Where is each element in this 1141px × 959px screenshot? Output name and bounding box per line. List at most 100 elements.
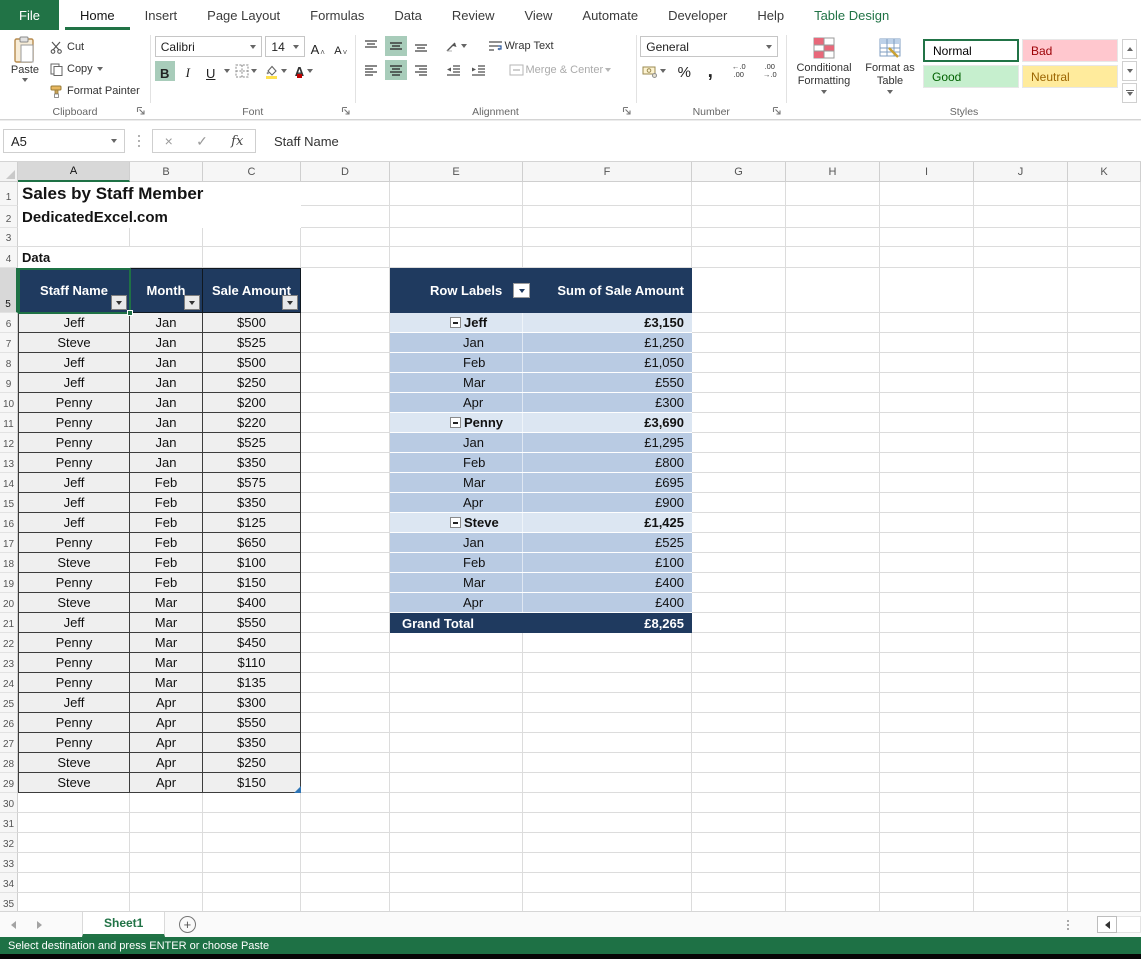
italic-button[interactable]: I bbox=[178, 61, 198, 81]
table-cell[interactable]: Jeff bbox=[18, 613, 130, 633]
row-header-26[interactable]: 26 bbox=[0, 713, 18, 733]
table-cell[interactable]: Penny bbox=[18, 673, 130, 693]
column-header-e[interactable]: E bbox=[390, 162, 523, 182]
row-header-24[interactable]: 24 bbox=[0, 673, 18, 693]
table-cell[interactable]: $110 bbox=[203, 653, 301, 673]
table-cell[interactable]: Steve bbox=[18, 593, 130, 613]
pivot-row[interactable]: Apr £300 bbox=[390, 393, 692, 413]
row-header-29[interactable]: 29 bbox=[0, 773, 18, 793]
collapse-icon[interactable] bbox=[450, 317, 461, 328]
increase-decimal-button[interactable]: ←.0 .00 bbox=[726, 61, 751, 81]
pivot-row[interactable]: Mar £550 bbox=[390, 373, 692, 393]
collapse-icon[interactable] bbox=[450, 517, 461, 528]
percent-style-button[interactable]: % bbox=[674, 61, 694, 81]
name-box[interactable]: A5 bbox=[3, 129, 125, 153]
alignment-dialog-launcher[interactable] bbox=[621, 105, 633, 117]
table-cell[interactable]: $575 bbox=[203, 473, 301, 493]
ribbon-tab-help[interactable]: Help bbox=[742, 0, 799, 30]
row-header-2[interactable]: 2 bbox=[0, 206, 18, 228]
row-header-8[interactable]: 8 bbox=[0, 353, 18, 373]
ribbon-tab-file[interactable]: File bbox=[0, 0, 59, 30]
borders-button[interactable] bbox=[233, 61, 259, 81]
table-cell[interactable]: Apr bbox=[130, 753, 203, 773]
pivot-row[interactable]: Apr £900 bbox=[390, 493, 692, 513]
style-neutral[interactable]: Neutral bbox=[1022, 65, 1118, 88]
table-cell[interactable]: Feb bbox=[130, 513, 203, 533]
table-cell[interactable]: $150 bbox=[203, 773, 301, 793]
increase-font-size-button[interactable]: A ˄ bbox=[308, 37, 328, 57]
pivot-row[interactable]: Mar £400 bbox=[390, 573, 692, 593]
fill-color-button[interactable] bbox=[262, 61, 289, 81]
row-header-34[interactable]: 34 bbox=[0, 873, 18, 893]
conditional-formatting-button[interactable]: Conditional Formatting bbox=[791, 34, 857, 103]
table-cell[interactable]: Penny bbox=[18, 713, 130, 733]
table-cell[interactable]: $500 bbox=[203, 353, 301, 373]
cancel-icon[interactable]: × bbox=[165, 133, 173, 149]
underline-dropdown-icon[interactable] bbox=[223, 69, 230, 73]
column-header-j[interactable]: J bbox=[974, 162, 1068, 182]
table-cell[interactable]: $650 bbox=[203, 533, 301, 553]
table-cell[interactable]: Penny bbox=[18, 573, 130, 593]
sheet-nav-left-button[interactable] bbox=[0, 912, 26, 937]
column-header-b[interactable]: B bbox=[130, 162, 203, 182]
styles-scroll-down-button[interactable] bbox=[1122, 61, 1137, 81]
ribbon-tab-page-layout[interactable]: Page Layout bbox=[192, 0, 295, 30]
table-cell[interactable]: $125 bbox=[203, 513, 301, 533]
table-cell[interactable]: $525 bbox=[203, 333, 301, 353]
pivot-row[interactable]: Feb £100 bbox=[390, 553, 692, 573]
table-cell[interactable]: Apr bbox=[130, 773, 203, 793]
paste-dropdown-icon[interactable] bbox=[22, 78, 28, 82]
cut-button[interactable]: Cut bbox=[50, 38, 140, 56]
wrap-text-button[interactable]: Wrap Text bbox=[486, 36, 556, 56]
align-left-button[interactable] bbox=[360, 60, 382, 80]
column-header-c[interactable]: C bbox=[203, 162, 301, 182]
table-cell[interactable]: Jan bbox=[130, 333, 203, 353]
ribbon-tab-home[interactable]: Home bbox=[65, 0, 130, 30]
table-cell[interactable]: Jeff bbox=[18, 513, 130, 533]
underline-button[interactable]: U bbox=[201, 61, 221, 81]
cell-a1[interactable]: Sales by Staff Member bbox=[18, 182, 301, 206]
table-cell[interactable]: $250 bbox=[203, 753, 301, 773]
sheet-tab-sheet1[interactable]: Sheet1 bbox=[82, 912, 166, 937]
row-header-9[interactable]: 9 bbox=[0, 373, 18, 393]
table-cell[interactable]: $100 bbox=[203, 553, 301, 573]
align-right-button[interactable] bbox=[410, 60, 432, 80]
data-table-header-sale-amount[interactable]: Sale Amount bbox=[203, 268, 301, 313]
table-cell[interactable]: $300 bbox=[203, 693, 301, 713]
pivot-row[interactable]: Feb £1,050 bbox=[390, 353, 692, 373]
style-bad[interactable]: Bad bbox=[1022, 39, 1118, 62]
pivot-row[interactable]: Grand Total £8,265 bbox=[390, 613, 692, 633]
table-cell[interactable]: Mar bbox=[130, 613, 203, 633]
column-header-d[interactable]: D bbox=[301, 162, 390, 182]
style-good[interactable]: Good bbox=[923, 65, 1019, 88]
column-header-h[interactable]: H bbox=[786, 162, 880, 182]
table-cell[interactable]: Jeff bbox=[18, 493, 130, 513]
row-header-21[interactable]: 21 bbox=[0, 613, 18, 633]
table-cell[interactable]: $350 bbox=[203, 453, 301, 473]
table-cell[interactable]: Jan bbox=[130, 313, 203, 333]
font-dialog-launcher[interactable] bbox=[340, 105, 352, 117]
pivot-row[interactable]: Feb £800 bbox=[390, 453, 692, 473]
copy-button[interactable]: Copy bbox=[50, 60, 140, 78]
table-cell[interactable]: $350 bbox=[203, 733, 301, 753]
table-cell[interactable]: Steve bbox=[18, 773, 130, 793]
number-format-combo[interactable]: General bbox=[640, 36, 779, 57]
bold-button[interactable]: B bbox=[154, 61, 175, 81]
row-header-15[interactable]: 15 bbox=[0, 493, 18, 513]
table-cell[interactable]: $500 bbox=[203, 313, 301, 333]
align-center-button[interactable] bbox=[384, 60, 407, 80]
table-cell[interactable]: Penny bbox=[18, 433, 130, 453]
cell-a4[interactable]: Data bbox=[18, 247, 130, 268]
increase-indent-button[interactable] bbox=[468, 60, 490, 80]
row-header-28[interactable]: 28 bbox=[0, 753, 18, 773]
filter-dropdown-icon[interactable] bbox=[111, 295, 127, 310]
column-header-g[interactable]: G bbox=[692, 162, 786, 182]
row-header-31[interactable]: 31 bbox=[0, 813, 18, 833]
ribbon-tab-review[interactable]: Review bbox=[437, 0, 510, 30]
column-header-k[interactable]: K bbox=[1068, 162, 1141, 182]
table-cell[interactable]: Jeff bbox=[18, 373, 130, 393]
pivot-row[interactable]: Jan £1,295 bbox=[390, 433, 692, 453]
table-cell[interactable]: Penny bbox=[18, 453, 130, 473]
table-cell[interactable]: Mar bbox=[130, 653, 203, 673]
ribbon-tab-developer[interactable]: Developer bbox=[653, 0, 742, 30]
